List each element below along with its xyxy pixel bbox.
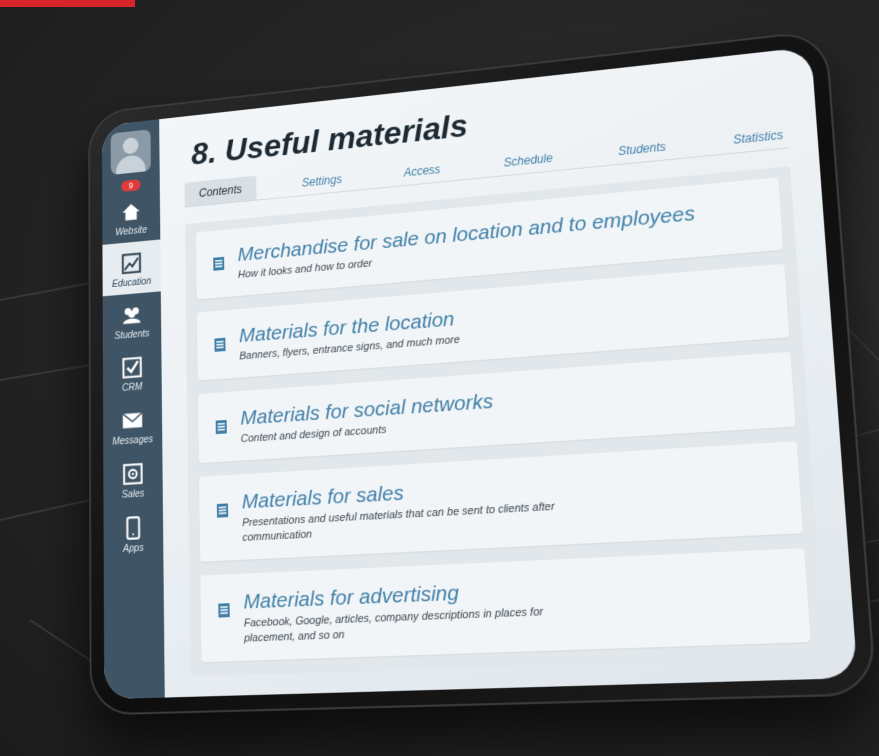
main-content: 8. Useful materials Contents Settings Ac…	[159, 47, 858, 698]
envelope-icon	[121, 407, 144, 429]
material-card-text: Materials for advertising Facebook, Goog…	[243, 575, 579, 646]
sidebar-item-label: Sales	[121, 488, 145, 501]
document-icon	[218, 603, 230, 618]
sidebar-item-label: Apps	[123, 543, 144, 555]
sidebar-item-apps[interactable]: Apps	[104, 504, 164, 561]
sidebar-item-messages[interactable]: Messages	[103, 397, 162, 454]
house-icon	[122, 203, 140, 221]
safe-icon	[121, 461, 144, 487]
document-icon	[215, 419, 227, 435]
avatar-body-shape	[115, 154, 146, 175]
sidebar-item-website[interactable]: Website	[102, 188, 160, 245]
tab-schedule[interactable]: Schedule	[488, 144, 569, 177]
tablet-screen: 9 Website Education Students CRM Message…	[101, 46, 858, 700]
tablet-device: 9 Website Education Students CRM Message…	[88, 29, 877, 716]
tab-contents[interactable]: Contents	[184, 175, 257, 207]
tab-settings[interactable]: Settings	[287, 165, 357, 196]
phone-icon	[121, 515, 145, 541]
avatar[interactable]	[110, 129, 151, 175]
tab-statistics[interactable]: Statistics	[716, 120, 801, 154]
material-card-text: Materials for sales Presentations and us…	[242, 471, 575, 546]
sidebar-item-education[interactable]: Education	[102, 239, 161, 297]
tab-students[interactable]: Students	[601, 132, 682, 165]
sidebar: 9 Website Education Students CRM Message…	[101, 119, 165, 700]
material-card-text: Materials for social networks Content an…	[240, 389, 494, 447]
document-icon	[216, 503, 229, 518]
sidebar-item-label: CRM	[122, 381, 143, 394]
material-card-text: Merchandise for sale on location and to …	[237, 201, 696, 283]
users-icon	[123, 307, 141, 325]
brand-red-tab	[0, 0, 135, 7]
sidebar-item-label: Education	[111, 276, 152, 291]
material-card-text: Materials for the location Banners, flye…	[239, 307, 460, 365]
document-icon	[213, 256, 225, 271]
chart-icon	[120, 250, 143, 276]
sidebar-item-sales[interactable]: Sales	[103, 450, 163, 507]
materials-list: Merchandise for sale on location and to …	[185, 166, 825, 677]
document-icon	[214, 337, 226, 352]
sidebar-item-crm[interactable]: CRM	[103, 344, 162, 401]
sidebar-item-students[interactable]: Students	[103, 291, 162, 348]
tab-access[interactable]: Access	[388, 155, 456, 186]
material-card[interactable]: Materials for sales Presentations and us…	[199, 441, 804, 562]
material-card[interactable]: Materials for advertising Facebook, Goog…	[200, 548, 811, 663]
avatar-head-shape	[122, 136, 139, 155]
sidebar-item-label: Students	[114, 328, 150, 342]
sidebar-item-label: Messages	[112, 434, 154, 448]
sidebar-item-label: Website	[115, 225, 148, 239]
checkbox-icon	[121, 355, 144, 381]
